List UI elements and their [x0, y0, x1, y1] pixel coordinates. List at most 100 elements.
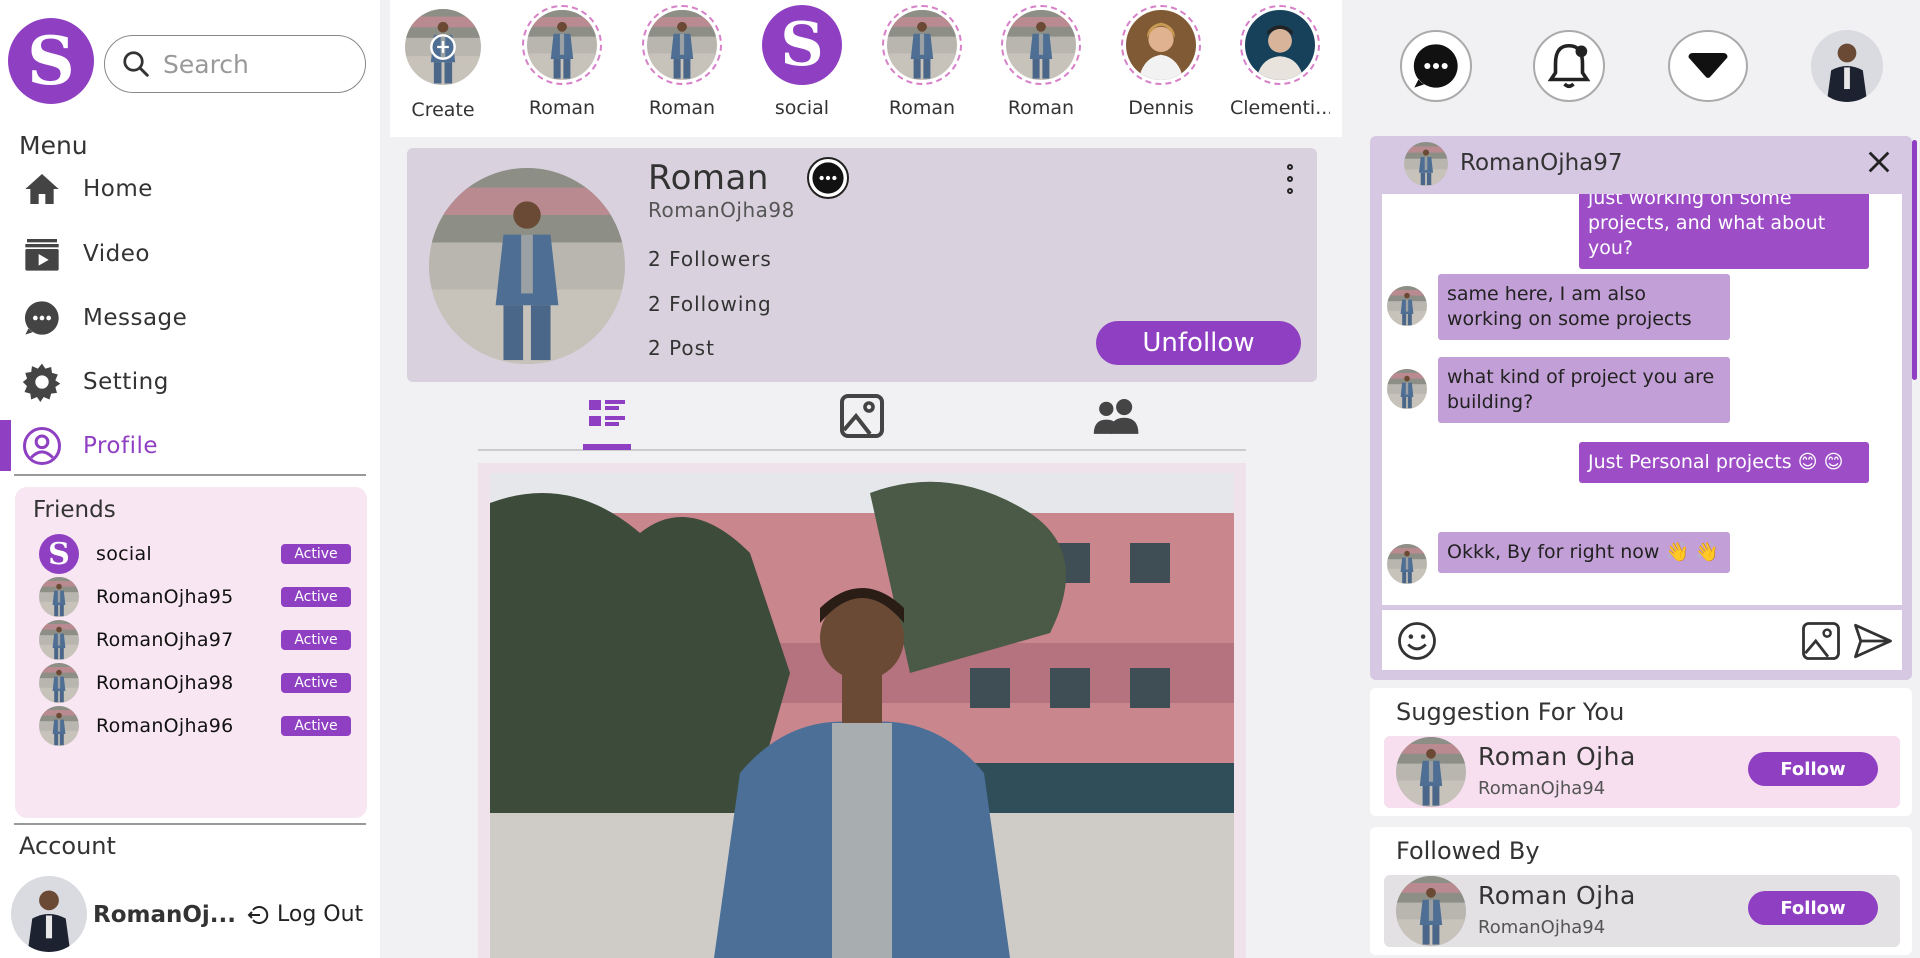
- chat-title: RomanOjha97: [1460, 150, 1623, 176]
- profile-card: Roman RomanOjha98 2 Followers 2 Followin…: [407, 148, 1317, 382]
- story-avatar: [887, 10, 957, 80]
- suggestion-name: Roman Ojha: [1478, 742, 1636, 771]
- message-icon: [22, 298, 62, 338]
- story-avatar: [1245, 10, 1315, 80]
- suggestion-username: RomanOjha94: [1478, 778, 1606, 799]
- friend-item[interactable]: RomanOjha97 Active: [39, 620, 351, 660]
- avatar: [39, 620, 79, 660]
- post-count: 2 Post: [648, 336, 715, 360]
- user-avatar[interactable]: [1811, 30, 1883, 102]
- image-icon[interactable]: [1800, 620, 1842, 662]
- story-avatar: S: [762, 5, 842, 85]
- plus-icon: [430, 34, 456, 60]
- follow-button[interactable]: Follow: [1748, 752, 1878, 786]
- follow-button[interactable]: Follow: [1748, 891, 1878, 925]
- tab-posts[interactable]: [583, 396, 631, 436]
- tab-photos[interactable]: [838, 392, 886, 438]
- active-tab-indicator: [583, 444, 631, 450]
- post-image[interactable]: [490, 473, 1234, 958]
- search-box[interactable]: [104, 35, 366, 93]
- friend-item[interactable]: RomanOjha98 Active: [39, 663, 351, 703]
- account-avatar[interactable]: [11, 876, 87, 952]
- tab-friends[interactable]: [1092, 396, 1140, 436]
- send-icon[interactable]: [1852, 620, 1894, 662]
- story-create[interactable]: Create: [393, 5, 493, 121]
- followers-count[interactable]: 2 Followers: [648, 247, 772, 271]
- menu-item-setting[interactable]: Setting: [0, 354, 366, 410]
- followed-by-title: Followed By: [1396, 837, 1540, 865]
- avatar: [1387, 544, 1427, 584]
- friend-name: RomanOjha96: [96, 715, 234, 737]
- suggestion-item[interactable]: Roman Ojha RomanOjha94 Follow: [1384, 736, 1900, 808]
- status-badge: Active: [281, 716, 351, 736]
- account-name[interactable]: RomanOj...: [93, 902, 236, 928]
- avatar: [39, 577, 79, 617]
- story-avatar: [527, 10, 597, 80]
- stories-bar: Create Roman Roman S social Roman Roman …: [390, 0, 1342, 137]
- chat-message-sent: just working on some projects, and what …: [1579, 194, 1869, 269]
- more-options-icon[interactable]: [1283, 160, 1297, 198]
- emoji-icon[interactable]: [1396, 620, 1438, 662]
- profile-name: Roman: [648, 158, 769, 198]
- story-label: social: [774, 97, 830, 119]
- friend-item[interactable]: RomanOjha96 Active: [39, 706, 351, 746]
- story-item[interactable]: Clementi...: [1230, 5, 1330, 119]
- story-item[interactable]: Roman: [872, 5, 972, 119]
- image-icon: [840, 394, 884, 438]
- chat-messages: just working on some projects, and what …: [1382, 194, 1902, 605]
- search-input[interactable]: [163, 49, 343, 79]
- friend-name: RomanOjha98: [96, 672, 234, 694]
- chat-icon: [1413, 44, 1458, 88]
- followed-by-username: RomanOjha94: [1478, 917, 1606, 938]
- followed-by-item[interactable]: Roman Ojha RomanOjha94 Follow: [1384, 875, 1900, 947]
- avatar: [39, 663, 79, 703]
- suggestions-panel: Suggestion For You Roman Ojha RomanOjha9…: [1370, 688, 1912, 816]
- status-badge: Active: [281, 587, 351, 607]
- menu-item-video[interactable]: Video: [0, 226, 366, 282]
- menu-item-profile[interactable]: Profile: [0, 418, 366, 474]
- message-user-button[interactable]: [807, 157, 849, 199]
- menu-item-home[interactable]: Home: [0, 161, 366, 217]
- following-count[interactable]: 2 Following: [648, 292, 772, 316]
- story-item[interactable]: Dennis: [1111, 5, 1211, 119]
- story-label: Roman: [648, 97, 716, 119]
- story-item[interactable]: Roman: [512, 5, 612, 119]
- list-icon: [589, 400, 625, 426]
- chat-message-sent: Just Personal projects 😊 😊: [1579, 442, 1869, 483]
- story-avatar: [1126, 10, 1196, 80]
- menu-label: Profile: [83, 433, 159, 459]
- avatar: [39, 706, 79, 746]
- app-logo[interactable]: S: [8, 18, 94, 104]
- close-icon[interactable]: [1865, 148, 1893, 176]
- story-item[interactable]: Roman: [991, 5, 1091, 119]
- search-icon: [123, 51, 149, 77]
- messages-button[interactable]: [1400, 30, 1472, 102]
- friend-name: RomanOjha95: [96, 586, 234, 608]
- video-icon: [22, 234, 62, 274]
- profile-avatar[interactable]: [429, 168, 625, 364]
- dropdown-button[interactable]: [1668, 30, 1748, 102]
- status-badge: Active: [281, 630, 351, 650]
- friend-name: RomanOjha97: [96, 629, 234, 651]
- avatar: [1396, 737, 1466, 807]
- friends-panel: Friends S social Active RomanOjha95 Acti…: [15, 487, 367, 818]
- create-story-avatar: [405, 9, 481, 85]
- friend-name: social: [96, 543, 152, 565]
- menu-item-message[interactable]: Message: [0, 290, 366, 346]
- chat-message-received: Okkk, By for right now 👋 👋: [1438, 532, 1730, 573]
- bell-icon: [1547, 43, 1591, 89]
- friend-item[interactable]: RomanOjha95 Active: [39, 577, 351, 617]
- menu-title: Menu: [19, 131, 88, 160]
- friend-item[interactable]: S social Active: [39, 534, 351, 574]
- logout-button[interactable]: Log Out: [247, 902, 363, 927]
- home-icon: [22, 169, 62, 209]
- unfollow-button[interactable]: Unfollow: [1096, 321, 1301, 365]
- story-label: Dennis: [1128, 97, 1194, 119]
- scrollbar[interactable]: [1912, 140, 1917, 380]
- avatar: S: [39, 534, 79, 574]
- notifications-button[interactable]: [1533, 30, 1605, 102]
- followed-by-panel: Followed By Roman Ojha RomanOjha94 Follo…: [1370, 827, 1912, 955]
- story-item[interactable]: Roman: [632, 5, 732, 119]
- avatar: [1396, 876, 1466, 946]
- story-item[interactable]: S social: [752, 5, 852, 119]
